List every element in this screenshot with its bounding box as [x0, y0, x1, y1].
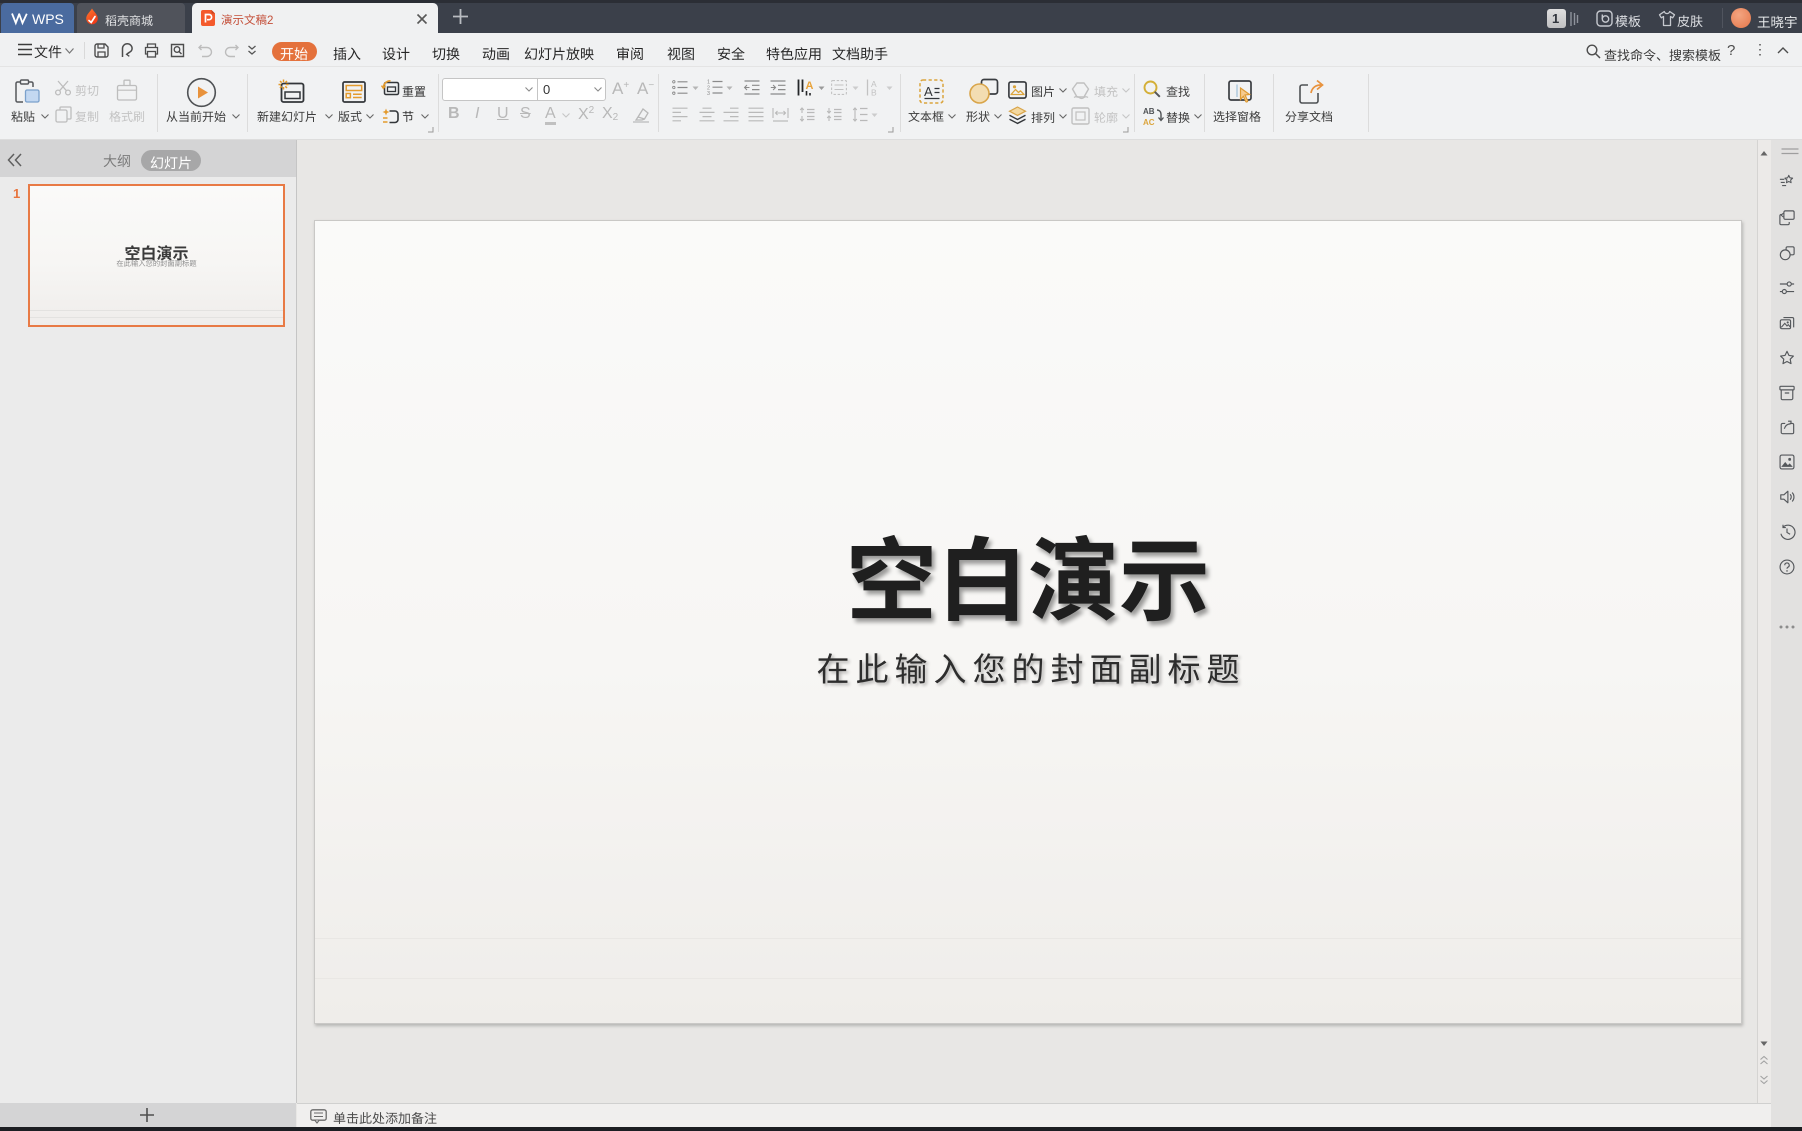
svg-text:AB: AB	[1143, 107, 1155, 116]
svg-text:A: A	[924, 84, 933, 99]
svg-text:B: B	[871, 88, 877, 98]
svg-text:3: 3	[707, 91, 710, 97]
svg-text:A: A	[806, 80, 814, 92]
svg-text:AC: AC	[1143, 118, 1155, 127]
